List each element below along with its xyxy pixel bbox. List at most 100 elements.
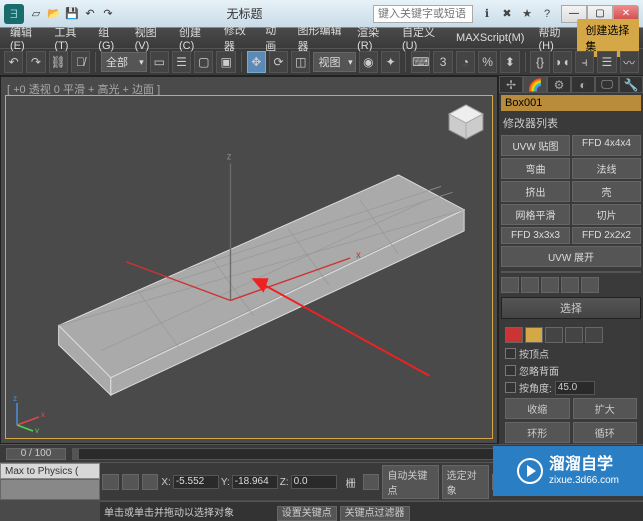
menu-render[interactable]: 渲染(R) (351, 22, 394, 54)
menu-create[interactable]: 创建(C) (173, 22, 216, 54)
selection-filter[interactable]: 全部 (101, 52, 147, 72)
snap-toggle-icon[interactable]: 3 (433, 51, 452, 73)
ring-button[interactable]: 环形 (505, 422, 570, 443)
info-icon[interactable]: ℹ (479, 6, 495, 22)
unlink-icon[interactable]: ⛓̸ (71, 51, 90, 73)
modifier-extrude[interactable]: 挤出 (501, 181, 570, 202)
display-tab-icon[interactable]: 🖵 (595, 76, 619, 93)
edge-level-icon[interactable] (525, 327, 543, 343)
pin-stack-icon[interactable] (501, 277, 519, 293)
menu-maxscript[interactable]: MAXScript(M) (450, 30, 530, 46)
hierarchy-tab-icon[interactable]: ⚙ (547, 76, 571, 93)
menu-group[interactable]: 组(G) (92, 22, 126, 54)
pivot-icon[interactable]: ◉ (359, 51, 378, 73)
z-input[interactable]: 0.0 (291, 475, 337, 489)
x-input[interactable]: -5.552 (173, 475, 219, 489)
vertex-level-icon[interactable] (505, 327, 523, 343)
by-vertex-checkbox[interactable] (505, 348, 516, 359)
modifier-stack[interactable] (501, 271, 641, 273)
shrink-button[interactable]: 收缩 (505, 398, 570, 419)
help-icon[interactable]: ? (539, 6, 555, 22)
qat-undo-icon[interactable]: ↶ (82, 6, 98, 22)
show-end-icon[interactable] (521, 277, 539, 293)
maxscript-listener[interactable]: Max to Physics ( (0, 463, 100, 479)
border-level-icon[interactable] (545, 327, 563, 343)
menu-tools[interactable]: 工具(T) (48, 22, 90, 54)
angle-input[interactable]: 45.0 (555, 381, 595, 395)
qat-redo-icon[interactable]: ↷ (100, 6, 116, 22)
y-input[interactable]: -18.964 (232, 475, 278, 489)
spinner-snap-icon[interactable]: ⬍ (500, 51, 519, 73)
menu-edit[interactable]: 编辑(E) (4, 22, 46, 54)
key-filters-select[interactable]: 选定对象 (442, 465, 489, 499)
macro-recorder[interactable] (0, 479, 100, 500)
modifier-uvw-unwrap[interactable]: UVW 展开 (501, 246, 641, 267)
ignore-backfacing-checkbox[interactable] (505, 365, 516, 376)
redo-icon[interactable]: ↷ (26, 51, 45, 73)
object-name-field[interactable]: Box001 (501, 95, 641, 111)
modify-tab-icon[interactable]: 🌈 (523, 76, 547, 93)
motion-tab-icon[interactable]: ◐ (571, 76, 595, 93)
modifier-meshsmooth[interactable]: 网格平滑 (501, 204, 570, 225)
reference-coord[interactable]: 视图 (313, 52, 355, 72)
loop-button[interactable]: 循环 (573, 422, 638, 443)
select-name-icon[interactable]: ☰ (172, 51, 191, 73)
modifier-uvw-map[interactable]: UVW 贴图 (501, 135, 570, 156)
create-tab-icon[interactable]: ✢ (499, 76, 523, 93)
help-search-input[interactable] (373, 5, 473, 23)
angle-snap-icon[interactable]: ◔ (456, 51, 475, 73)
set-key-button[interactable]: 设置关键点 (277, 506, 337, 521)
key-filter-button[interactable]: 关键点过滤器 (340, 506, 410, 521)
viewport[interactable]: [ +0 透视 0 平滑 + 高光 + 边面 ] (0, 76, 498, 444)
move-icon[interactable]: ✥ (247, 51, 266, 73)
tools-icon[interactable]: ✖ (499, 6, 515, 22)
element-level-icon[interactable] (585, 327, 603, 343)
layers-icon[interactable]: ☰ (597, 51, 616, 73)
grow-button[interactable]: 扩大 (573, 398, 638, 419)
qat-new-icon[interactable]: ▱ (28, 6, 44, 22)
menu-view[interactable]: 视图(V) (129, 22, 171, 54)
lock-selection-icon[interactable] (102, 474, 119, 490)
selection-lock-icon[interactable] (142, 474, 159, 490)
modifier-ffd4[interactable]: FFD 4x4x4 (572, 135, 641, 156)
modifier-buttons: UVW 贴图 FFD 4x4x4 弯曲 法线 挤出 壳 网格平滑 切片 FFD … (499, 133, 643, 269)
unique-icon[interactable] (541, 277, 559, 293)
percent-snap-icon[interactable]: % (478, 51, 497, 73)
curve-editor-icon[interactable]: 〰 (620, 51, 639, 73)
window-crossing-icon[interactable]: ▣ (216, 51, 235, 73)
polygon-level-icon[interactable] (565, 327, 583, 343)
select-region-icon[interactable]: ▢ (194, 51, 213, 73)
time-slider-thumb[interactable]: 0 / 100 (6, 448, 66, 460)
modifier-normal[interactable]: 法线 (572, 158, 641, 179)
manipulate-icon[interactable]: ✦ (381, 51, 400, 73)
modifier-shell[interactable]: 壳 (572, 181, 641, 202)
isolate-icon[interactable] (122, 474, 139, 490)
rotate-icon[interactable]: ⟳ (269, 51, 288, 73)
modifier-ffd2[interactable]: FFD 2x2x2 (572, 227, 641, 244)
auto-key-button[interactable]: 自动关键点 (382, 465, 438, 499)
modifier-bend[interactable]: 弯曲 (501, 158, 570, 179)
star-icon[interactable]: ★ (519, 6, 535, 22)
key-mode-icon[interactable] (363, 474, 380, 490)
keyboard-shortcut-icon[interactable]: ⌨ (411, 51, 430, 73)
qat-save-icon[interactable]: 💾 (64, 6, 80, 22)
align-icon[interactable]: ⫞ (575, 51, 594, 73)
link-icon[interactable]: ⛓ (49, 51, 68, 73)
menu-customize[interactable]: 自定义(U) (396, 22, 448, 54)
selection-rollout-header[interactable]: 选择 (501, 297, 641, 319)
utilities-tab-icon[interactable]: 🔧 (619, 76, 643, 93)
by-angle-checkbox[interactable] (505, 382, 516, 393)
scale-icon[interactable]: ◫ (291, 51, 310, 73)
mirror-icon[interactable]: ◗◖ (553, 51, 572, 73)
watermark-brand: 溜溜自学 (549, 455, 619, 474)
modifier-slice[interactable]: 切片 (572, 204, 641, 225)
qat-open-icon[interactable]: 📂 (46, 6, 62, 22)
select-icon[interactable]: ▭ (150, 51, 169, 73)
modifier-ffd3[interactable]: FFD 3x3x3 (501, 227, 570, 244)
configure-icon[interactable] (581, 277, 599, 293)
remove-mod-icon[interactable] (561, 277, 579, 293)
menu-help[interactable]: 帮助(H) (532, 22, 575, 54)
undo-icon[interactable]: ↶ (4, 51, 23, 73)
named-set-icon[interactable]: {} (530, 51, 549, 73)
modifier-list-label[interactable]: 修改器列表 (499, 113, 643, 133)
